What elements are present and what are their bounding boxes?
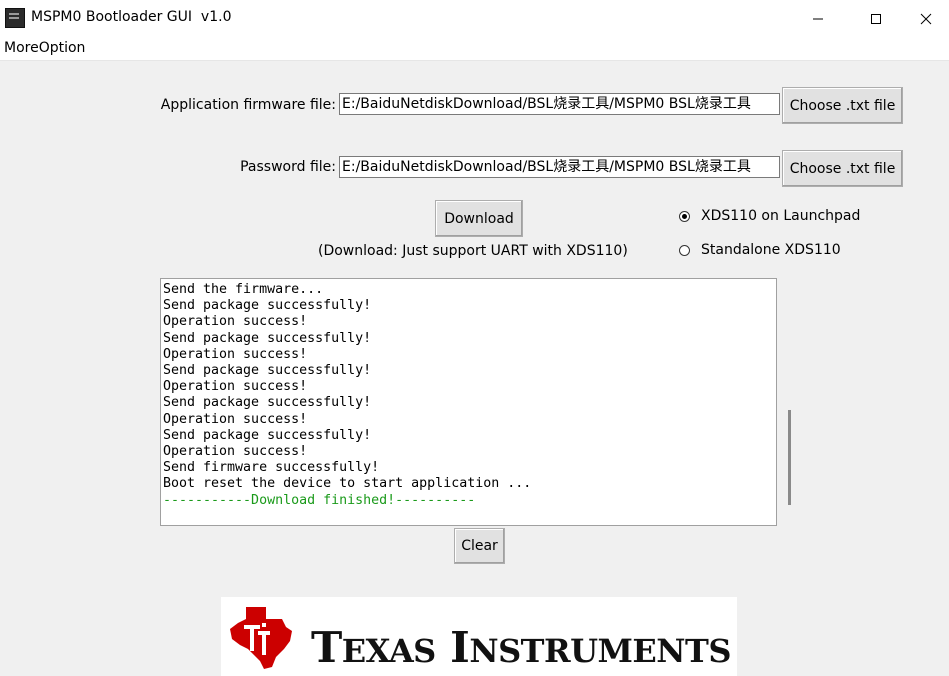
radio-unselected-icon bbox=[679, 244, 690, 256]
download-button[interactable]: Download bbox=[435, 200, 523, 237]
log-line: Operation success! bbox=[163, 346, 308, 362]
menu-item-moreoption[interactable]: MoreOption bbox=[4, 40, 85, 56]
app-icon bbox=[5, 8, 25, 28]
minimize-button[interactable] bbox=[795, 0, 841, 37]
log-line: Send the firmware... bbox=[163, 282, 324, 297]
close-button[interactable] bbox=[903, 0, 949, 37]
radio-xds110-launchpad[interactable]: XDS110 on Launchpad bbox=[679, 208, 860, 224]
choose-password-file-button[interactable]: Choose .txt file bbox=[782, 150, 903, 187]
log-line: Operation success! bbox=[163, 411, 308, 427]
log-scrollbar[interactable] bbox=[788, 410, 791, 505]
log-finish-line: -----------Download finished!---------- bbox=[163, 492, 476, 508]
log-line: Send package successfully! bbox=[163, 330, 372, 346]
app-firmware-label: Application firmware file: bbox=[160, 97, 336, 113]
log-line: Send package successfully! bbox=[163, 395, 372, 411]
maximize-button[interactable] bbox=[853, 0, 899, 37]
download-note: (Download: Just support UART with XDS110… bbox=[318, 243, 628, 259]
log-line: Send package successfully! bbox=[163, 363, 372, 379]
radio-selected-icon bbox=[679, 210, 690, 222]
log-line: Send firmware successfully! bbox=[163, 460, 380, 476]
log-line: Operation success! bbox=[163, 379, 308, 395]
radio-label: Standalone XDS110 bbox=[701, 242, 841, 258]
log-line: Operation success! bbox=[163, 444, 308, 460]
log-line: Send package successfully! bbox=[163, 427, 372, 443]
log-line: Operation success! bbox=[163, 314, 308, 330]
log-line: Send package successfully! bbox=[163, 298, 372, 314]
menu-bar: MoreOption bbox=[0, 37, 949, 61]
window-title: MSPM0 Bootloader GUI v1.0 bbox=[31, 9, 232, 25]
title-bar: MSPM0 Bootloader GUI v1.0 bbox=[0, 0, 949, 37]
password-file-label: Password file: bbox=[240, 159, 336, 175]
radio-standalone-xds110[interactable]: Standalone XDS110 bbox=[679, 242, 841, 258]
clear-button[interactable]: Clear bbox=[454, 528, 505, 564]
texas-instruments-logo: TEXAS INSTRUMENTS bbox=[221, 597, 737, 676]
maximize-icon bbox=[871, 13, 881, 24]
ti-state-icon bbox=[230, 607, 292, 669]
minimize-icon bbox=[813, 18, 823, 19]
radio-label: XDS110 on Launchpad bbox=[701, 208, 861, 224]
close-icon bbox=[920, 13, 932, 24]
log-line: Boot reset the device to start applicati… bbox=[163, 476, 532, 492]
app-firmware-path-input[interactable]: E:/BaiduNetdiskDownload/BSL烧录工具/MSPM0 BS… bbox=[339, 93, 780, 115]
ti-wordmark: TEXAS INSTRUMENTS bbox=[311, 623, 731, 672]
password-file-path-input[interactable]: E:/BaiduNetdiskDownload/BSL烧录工具/MSPM0 BS… bbox=[339, 156, 780, 178]
choose-app-firmware-button[interactable]: Choose .txt file bbox=[782, 87, 903, 124]
log-output[interactable]: Send the firmware... Send package succes… bbox=[160, 278, 777, 526]
